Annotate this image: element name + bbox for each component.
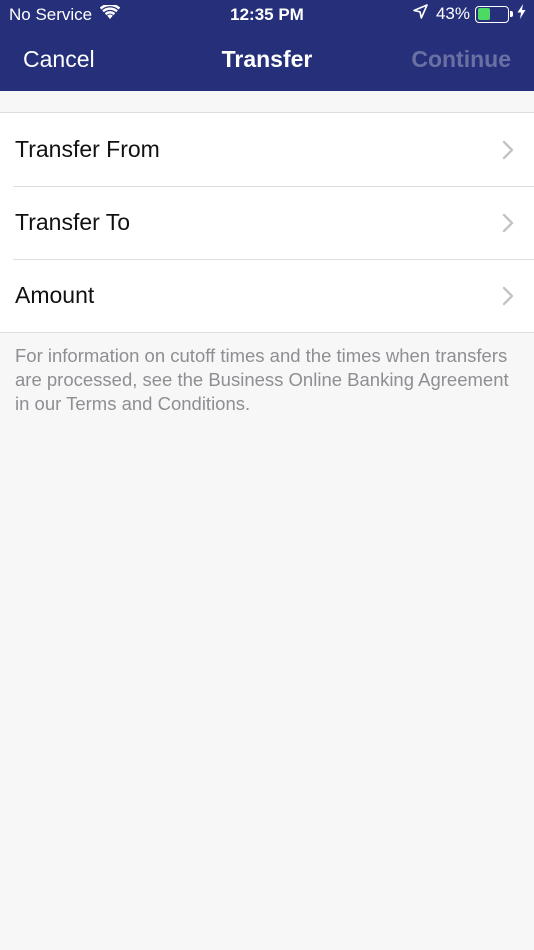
location-arrow-icon <box>413 4 428 24</box>
battery-percent: 43% <box>435 4 470 23</box>
continue-button[interactable]: Continue <box>411 45 511 73</box>
navigation-bar: Cancel Transfer Continue <box>0 30 534 91</box>
transfer-from-row[interactable]: Transfer From <box>0 113 534 186</box>
status-bar: No Service 12:35 PM 43% <box>0 0 534 30</box>
cancel-button[interactable]: Cancel <box>23 45 95 73</box>
status-right: 43% <box>413 4 526 24</box>
transfer-from-label: Transfer From <box>15 136 160 162</box>
transfer-options-list: Transfer From Transfer To Amount <box>0 112 534 333</box>
transfer-to-label: Transfer To <box>15 209 131 235</box>
chevron-right-icon <box>502 286 514 311</box>
chevron-right-icon <box>502 140 514 165</box>
top-bar: No Service 12:35 PM 43% Cancel Transfer … <box>0 0 534 91</box>
transfer-to-row[interactable]: Transfer To <box>0 186 534 259</box>
amount-row[interactable]: Amount <box>0 259 534 332</box>
amount-label: Amount <box>15 282 95 308</box>
battery-icon <box>475 5 513 23</box>
chevron-right-icon <box>502 213 514 238</box>
cutoff-info-note: For information on cutoff times and the … <box>15 345 509 414</box>
charging-bolt-icon <box>517 4 526 24</box>
